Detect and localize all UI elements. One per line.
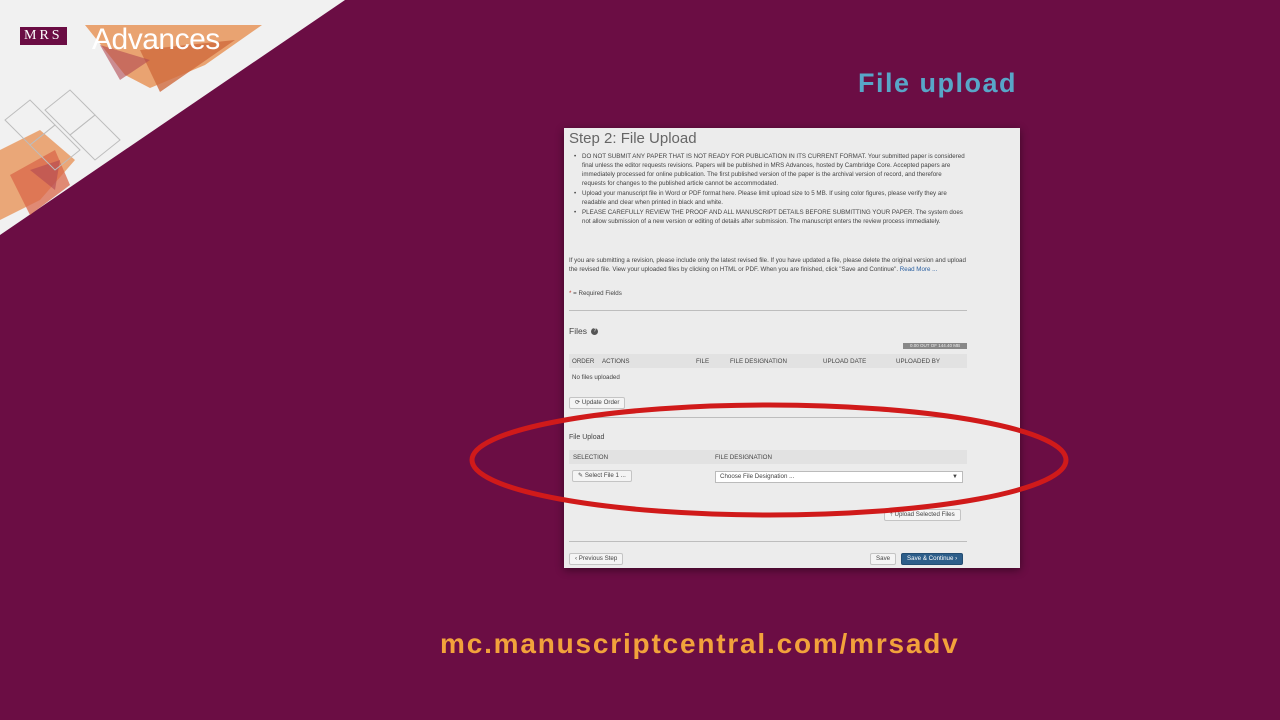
save-button[interactable]: Save	[870, 553, 897, 565]
select-file-label: Select File 1 ...	[584, 472, 626, 479]
step-title: Step 2: File Upload	[569, 130, 697, 147]
instruction-item: DO NOT SUBMIT ANY PAPER THAT IS NOT READ…	[574, 152, 966, 188]
required-fields-text: = Required Fields	[573, 290, 622, 297]
previous-step-label: Previous Step	[578, 555, 618, 562]
save-and-continue-button[interactable]: Save & Continue ›	[901, 553, 964, 565]
revision-note: If you are submitting a revision, please…	[569, 256, 967, 274]
caret-down-icon: ▼	[952, 474, 958, 480]
paperclip-icon: ✎	[578, 472, 584, 479]
previous-step-button[interactable]: ‹ Previous Step	[569, 553, 624, 565]
screenshot-panel: Step 2: File Upload DO NOT SUBMIT ANY PA…	[564, 128, 1020, 568]
instruction-item: Upload your manuscript file in Word or P…	[574, 189, 966, 207]
required-fields-note: * = Required Fields	[569, 290, 622, 297]
journal-logo-text: Advances	[92, 23, 220, 56]
upload-selected-label: Upload Selected Files	[894, 511, 955, 518]
help-icon[interactable]: ?	[591, 328, 599, 336]
column-header: FILE	[696, 358, 710, 365]
column-header: SELECTION	[573, 454, 609, 461]
divider	[569, 417, 967, 418]
instruction-item: PLEASE CAREFULLY REVIEW THE PROOF AND AL…	[574, 208, 966, 226]
upload-icon: ⤒	[890, 511, 893, 518]
files-heading: Files ?	[569, 326, 599, 336]
required-star-icon: *	[569, 290, 572, 297]
file-designation-value: Choose File Designation ...	[720, 473, 795, 480]
update-order-button[interactable]: ⟳ Update Order	[569, 397, 626, 409]
column-header: FILE DESIGNATION	[730, 358, 787, 365]
column-header: ACTIONS	[602, 358, 630, 365]
file-designation-select[interactable]: Choose File Designation ... ▼	[715, 471, 963, 483]
column-header: FILE DESIGNATION	[715, 454, 772, 461]
instruction-list: DO NOT SUBMIT ANY PAPER THAT IS NOT READ…	[574, 152, 966, 227]
files-table-header: ORDER ACTIONS FILE FILE DESIGNATION UPLO…	[569, 354, 967, 368]
column-header: UPLOADED BY	[896, 358, 941, 365]
divider	[569, 310, 967, 311]
file-upload-table-header: SELECTION FILE DESIGNATION	[569, 450, 967, 464]
update-order-label: Update Order	[581, 399, 620, 406]
upload-selected-files-button[interactable]: ⤒ Upload Selected Files	[884, 509, 961, 521]
no-files-message: No files uploaded	[572, 374, 620, 381]
files-heading-text: Files	[569, 326, 587, 336]
file-upload-heading: File Upload	[569, 434, 605, 441]
select-file-button[interactable]: ✎ Select File 1 ...	[572, 470, 632, 482]
storage-quota-badge: 0.00 OUT OF 144.40 MB	[903, 343, 967, 349]
submission-url[interactable]: mc.manuscriptcentral.com/mrsadv	[440, 628, 960, 660]
refresh-icon: ⟳	[575, 399, 581, 406]
column-header: UPLOAD DATE	[823, 358, 867, 365]
slide-title: File upload	[858, 68, 1018, 98]
chevron-right-icon: ›	[955, 555, 958, 562]
divider	[569, 541, 967, 542]
read-more-link[interactable]: Read More ...	[900, 266, 938, 273]
column-header: ORDER	[572, 358, 595, 365]
mrs-logo-text: MRS	[20, 27, 67, 45]
save-and-continue-label: Save & Continue	[907, 555, 954, 562]
chevron-left-icon: ‹	[575, 555, 578, 562]
